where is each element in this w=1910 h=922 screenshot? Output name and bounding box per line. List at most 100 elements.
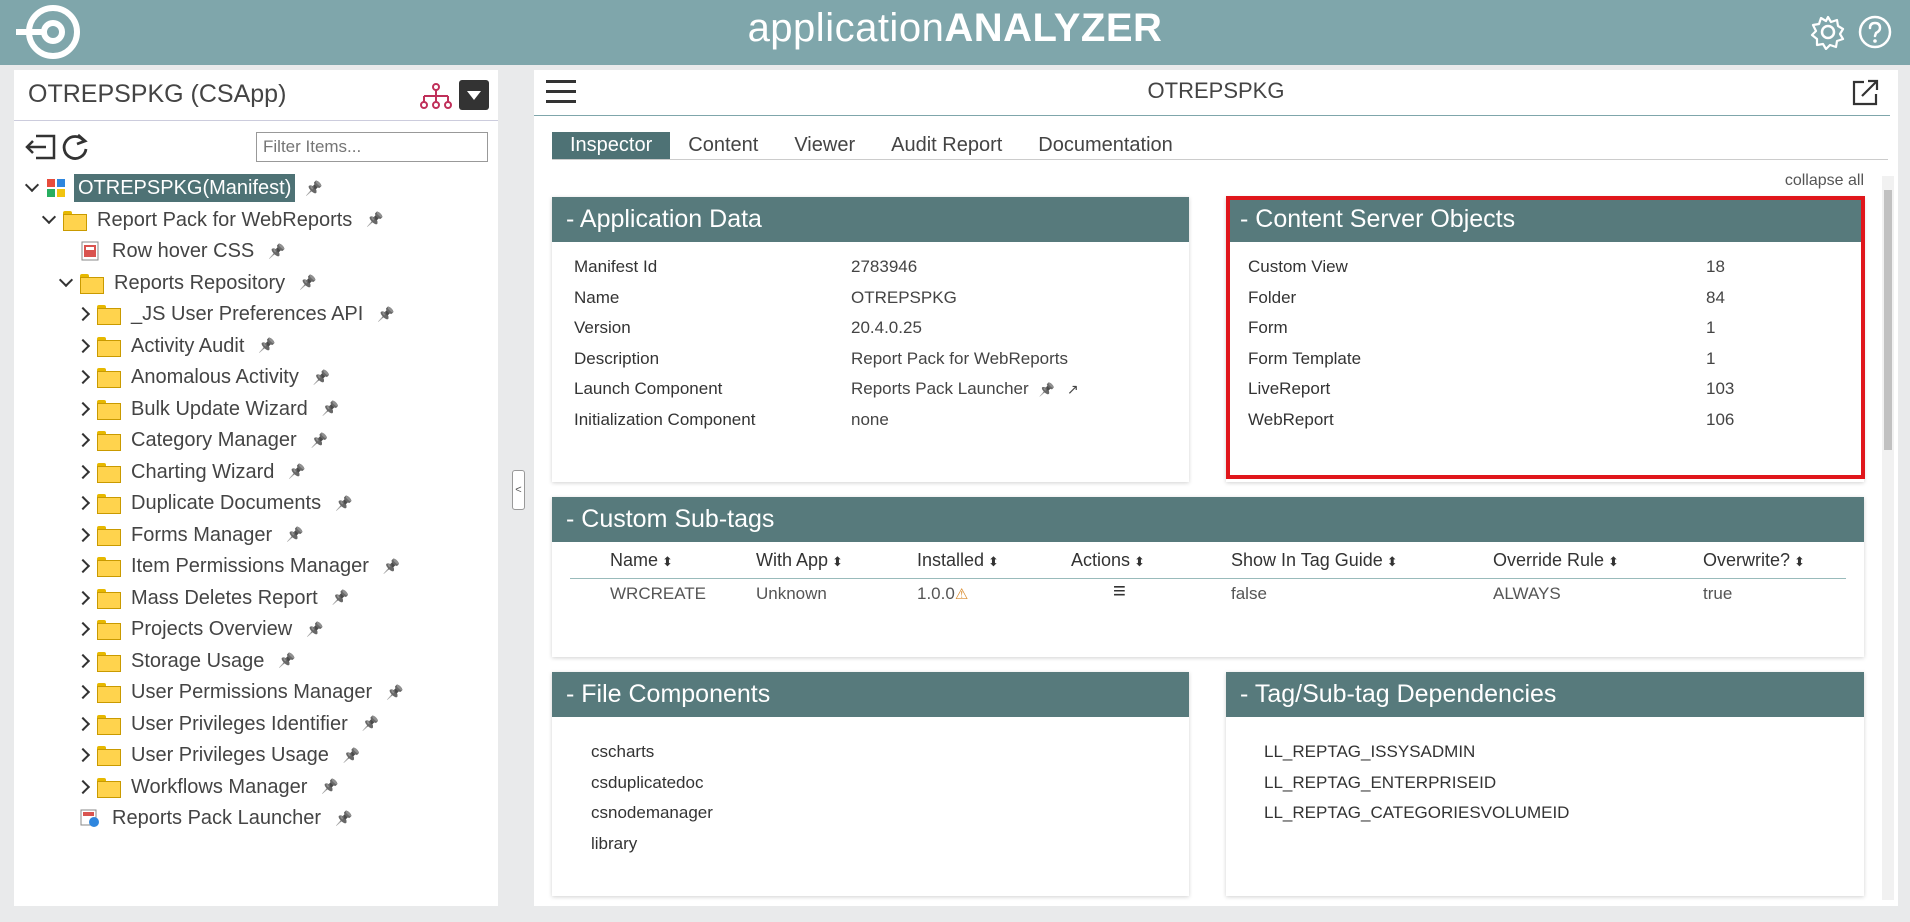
- sort-icon[interactable]: ⬍: [832, 554, 843, 569]
- chevron-right-icon[interactable]: [75, 773, 93, 801]
- tree-node[interactable]: Row hover CSS 📌: [58, 237, 286, 265]
- tree-node-label[interactable]: _JS User Preferences API: [127, 300, 367, 328]
- pin-icon[interactable]: 📌: [268, 243, 285, 260]
- hierarchy-icon[interactable]: [419, 83, 453, 109]
- exit-icon[interactable]: [24, 132, 58, 162]
- file-components-header[interactable]: - File Components: [552, 672, 1189, 717]
- application-data-header[interactable]: - Application Data: [552, 197, 1189, 242]
- chevron-right-icon[interactable]: [75, 615, 93, 643]
- chevron-right-icon[interactable]: [75, 395, 93, 423]
- pin-icon[interactable]: 📌: [1039, 382, 1055, 397]
- pin-icon[interactable]: 📌: [383, 558, 400, 575]
- pin-icon[interactable]: 📌: [322, 400, 339, 417]
- pin-icon[interactable]: 📌: [278, 652, 295, 669]
- tree-node[interactable]: OTREPSPKG(Manifest) 📌: [24, 174, 323, 202]
- sort-icon[interactable]: ⬍: [1608, 554, 1619, 569]
- sort-icon[interactable]: ⬍: [1794, 554, 1805, 569]
- tree-node-label[interactable]: Storage Usage: [127, 647, 268, 675]
- sort-icon[interactable]: ⬍: [988, 554, 999, 569]
- pin-icon[interactable]: 📌: [366, 211, 383, 228]
- chevron-down-icon[interactable]: [24, 174, 42, 202]
- column-header-overwrite[interactable]: Overwrite? ⬍: [1703, 550, 1805, 571]
- tab-documentation[interactable]: Documentation: [1020, 132, 1191, 159]
- chevron-right-icon[interactable]: [75, 678, 93, 706]
- gear-icon[interactable]: [1810, 14, 1846, 50]
- pin-icon[interactable]: 📌: [305, 180, 322, 197]
- panel-splitter-handle[interactable]: <: [512, 470, 525, 510]
- tree-node-label[interactable]: Mass Deletes Report: [127, 584, 322, 612]
- chevron-right-icon[interactable]: [75, 363, 93, 391]
- tree-node[interactable]: Activity Audit 📌: [75, 332, 276, 360]
- tree-node[interactable]: User Privileges Identifier 📌: [75, 710, 379, 738]
- column-header-override-rule[interactable]: Override Rule ⬍: [1493, 550, 1619, 571]
- tree-node[interactable]: User Privileges Usage 📌: [75, 741, 360, 769]
- external-link-icon[interactable]: [1850, 78, 1880, 108]
- chevron-right-icon[interactable]: [75, 489, 93, 517]
- help-icon[interactable]: [1857, 14, 1893, 50]
- chevron-right-icon[interactable]: [75, 426, 93, 454]
- tree-node-label[interactable]: Projects Overview: [127, 615, 296, 643]
- refresh-icon[interactable]: [60, 132, 90, 162]
- tree-node-label[interactable]: Item Permissions Manager: [127, 552, 373, 580]
- tree-node[interactable]: Workflows Manager 📌: [75, 773, 339, 801]
- tree-node[interactable]: Reports Pack Launcher 📌: [58, 804, 352, 832]
- chevron-right-icon[interactable]: [75, 521, 93, 549]
- tree-node[interactable]: Duplicate Documents 📌: [75, 489, 353, 517]
- tab-content[interactable]: Content: [670, 132, 776, 159]
- tree-node-label[interactable]: Workflows Manager: [127, 773, 311, 801]
- chevron-down-icon[interactable]: [41, 206, 59, 234]
- collapse-all-link[interactable]: collapse all: [1785, 172, 1864, 190]
- dependencies-header[interactable]: - Tag/Sub-tag Dependencies: [1226, 672, 1864, 717]
- tree-node-label[interactable]: Duplicate Documents: [127, 489, 325, 517]
- tree-node[interactable]: Report Pack for WebReports 📌: [41, 206, 384, 234]
- external-link-icon[interactable]: ↗: [1067, 381, 1079, 397]
- scrollbar-thumb[interactable]: [1884, 190, 1892, 450]
- column-header-installed[interactable]: Installed ⬍: [917, 550, 999, 571]
- tree-node-label[interactable]: Charting Wizard: [127, 458, 278, 486]
- tree-node[interactable]: Forms Manager 📌: [75, 521, 304, 549]
- column-header-name[interactable]: Name ⬍: [610, 550, 673, 571]
- tab-viewer[interactable]: Viewer: [776, 132, 873, 159]
- tree-node-label[interactable]: Anomalous Activity: [127, 363, 303, 391]
- tree-node[interactable]: User Permissions Manager 📌: [75, 678, 404, 706]
- pin-icon[interactable]: 📌: [311, 432, 328, 449]
- pin-icon[interactable]: 📌: [258, 337, 275, 354]
- pin-icon[interactable]: 📌: [335, 495, 352, 512]
- tree-node-label[interactable]: Reports Pack Launcher: [108, 804, 325, 832]
- tree-node[interactable]: _JS User Preferences API 📌: [75, 300, 395, 328]
- tree-node-label[interactable]: Row hover CSS: [108, 237, 258, 265]
- chevron-down-icon[interactable]: [58, 269, 76, 297]
- pin-icon[interactable]: 📌: [343, 747, 360, 764]
- tree-node-label[interactable]: OTREPSPKG(Manifest): [74, 174, 296, 202]
- custom-subtags-header[interactable]: - Custom Sub-tags: [552, 497, 1864, 542]
- subtag-name[interactable]: WRCREATE: [610, 584, 706, 604]
- tree-node[interactable]: Item Permissions Manager 📌: [75, 552, 400, 580]
- actions-menu-icon[interactable]: ≡: [1113, 578, 1126, 604]
- chevron-right-icon[interactable]: [75, 741, 93, 769]
- tab-inspector[interactable]: Inspector: [552, 132, 671, 159]
- filter-items-input[interactable]: [256, 132, 488, 162]
- tree-node[interactable]: Bulk Update Wizard 📌: [75, 395, 339, 423]
- pin-icon[interactable]: 📌: [313, 369, 330, 386]
- tree-node-label[interactable]: Category Manager: [127, 426, 301, 454]
- pin-icon[interactable]: 📌: [288, 463, 305, 480]
- tree-node-label[interactable]: User Privileges Usage: [127, 741, 333, 769]
- vertical-scrollbar[interactable]: [1882, 176, 1894, 900]
- chevron-right-icon[interactable]: [75, 552, 93, 580]
- tree-node[interactable]: Category Manager 📌: [75, 426, 328, 454]
- column-header-with-app[interactable]: With App ⬍: [756, 550, 843, 571]
- tree-node-label[interactable]: User Permissions Manager: [127, 678, 376, 706]
- options-dropdown-button[interactable]: [459, 80, 489, 110]
- field-value[interactable]: Reports Pack Launcher 📌 ↗: [851, 379, 1079, 399]
- tree-node[interactable]: Projects Overview 📌: [75, 615, 324, 643]
- tree-node-label[interactable]: User Privileges Identifier: [127, 710, 352, 738]
- tree-node[interactable]: Reports Repository 📌: [58, 269, 317, 297]
- sort-icon[interactable]: ⬍: [1387, 554, 1398, 569]
- pin-icon[interactable]: 📌: [321, 778, 338, 795]
- tree-node-label[interactable]: Forms Manager: [127, 521, 276, 549]
- tree-node[interactable]: Anomalous Activity 📌: [75, 363, 330, 391]
- tree-node[interactable]: Charting Wizard 📌: [75, 458, 306, 486]
- sort-icon[interactable]: ⬍: [1134, 554, 1145, 569]
- sort-icon[interactable]: ⬍: [662, 554, 673, 569]
- tree-node[interactable]: Mass Deletes Report 📌: [75, 584, 349, 612]
